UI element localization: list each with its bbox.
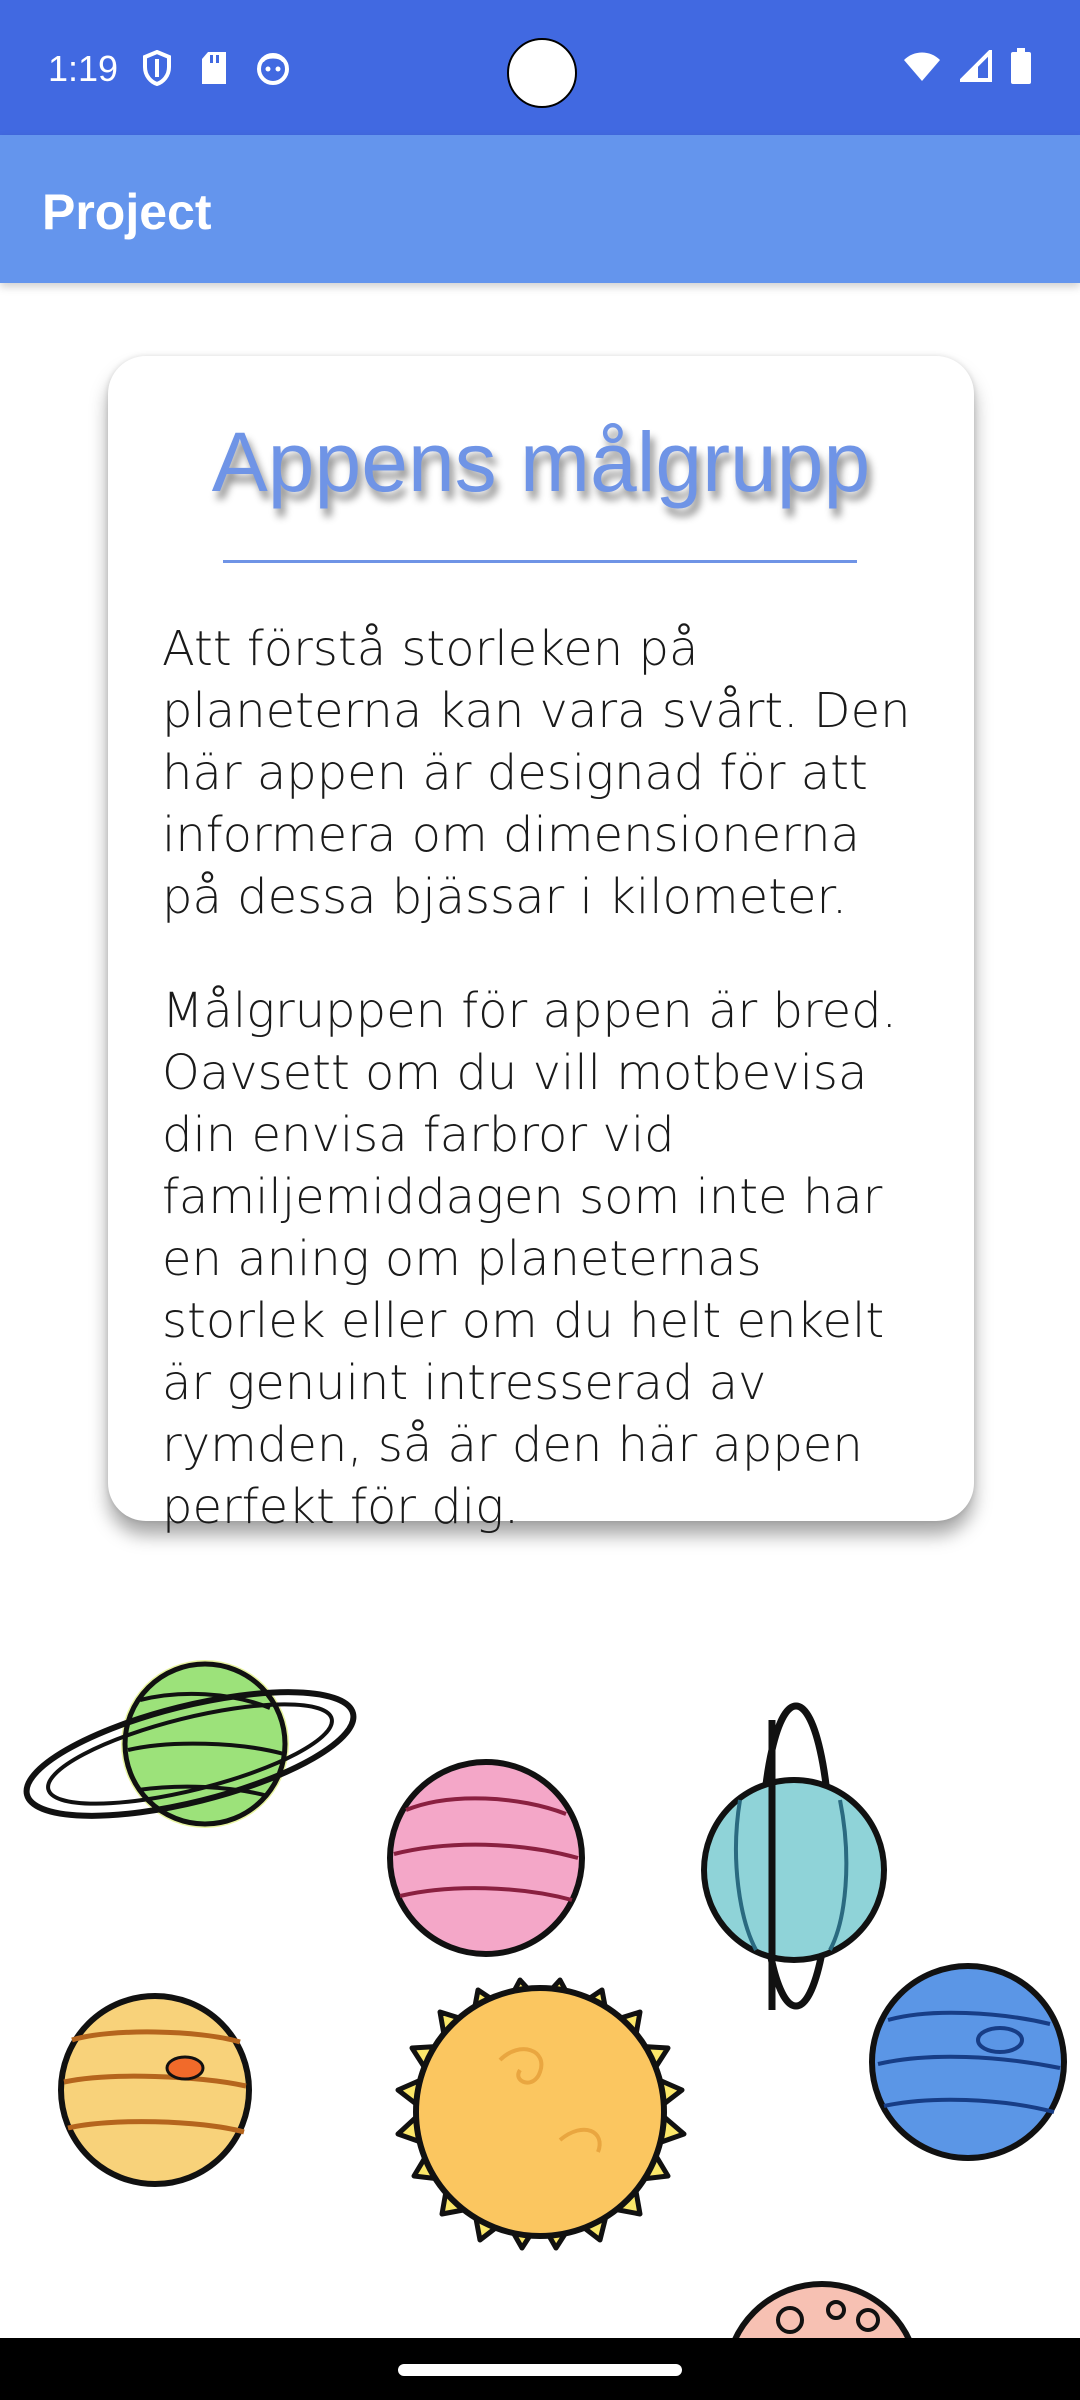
home-gesture-handle[interactable]: [398, 2364, 682, 2376]
status-bar: 1:19: [0, 0, 1080, 135]
saturn-icon: [23, 1660, 357, 1828]
mars-icon: [731, 2281, 913, 2340]
status-icons-right: [902, 48, 1032, 84]
card-paragraph-1: Att förstå storleken på planeterna kan v…: [162, 621, 911, 925]
jupiter-icon: [58, 1993, 252, 2187]
wifi-icon: [904, 52, 940, 81]
face-icon: [257, 53, 289, 85]
heading-divider: [223, 560, 857, 563]
uranus-icon: [701, 1702, 887, 2010]
app-title: Project: [42, 184, 212, 240]
sun-icon: [395, 1977, 687, 2251]
camera-cutout: [507, 38, 577, 108]
navigation-bar: [0, 2338, 1080, 2400]
battery-icon: [1011, 48, 1031, 84]
signal-icon: [960, 50, 992, 82]
planets-illustration: [23, 1660, 1067, 2340]
sd-card-icon: [202, 52, 226, 84]
status-time: 1:19: [48, 48, 119, 89]
card-paragraph-2: Målgruppen för appen är bred. Oavsett om…: [162, 983, 897, 1535]
card-heading: Appens målgrupp: [211, 415, 871, 509]
app-bar: Project: [0, 135, 1080, 283]
neptune-icon: [869, 1963, 1067, 2161]
status-icons-left: [142, 50, 290, 86]
shield-icon: [143, 50, 171, 86]
venus-icon: [387, 1759, 585, 1957]
info-card: Appens målgrupp Att förstå storleken på …: [108, 356, 974, 1535]
